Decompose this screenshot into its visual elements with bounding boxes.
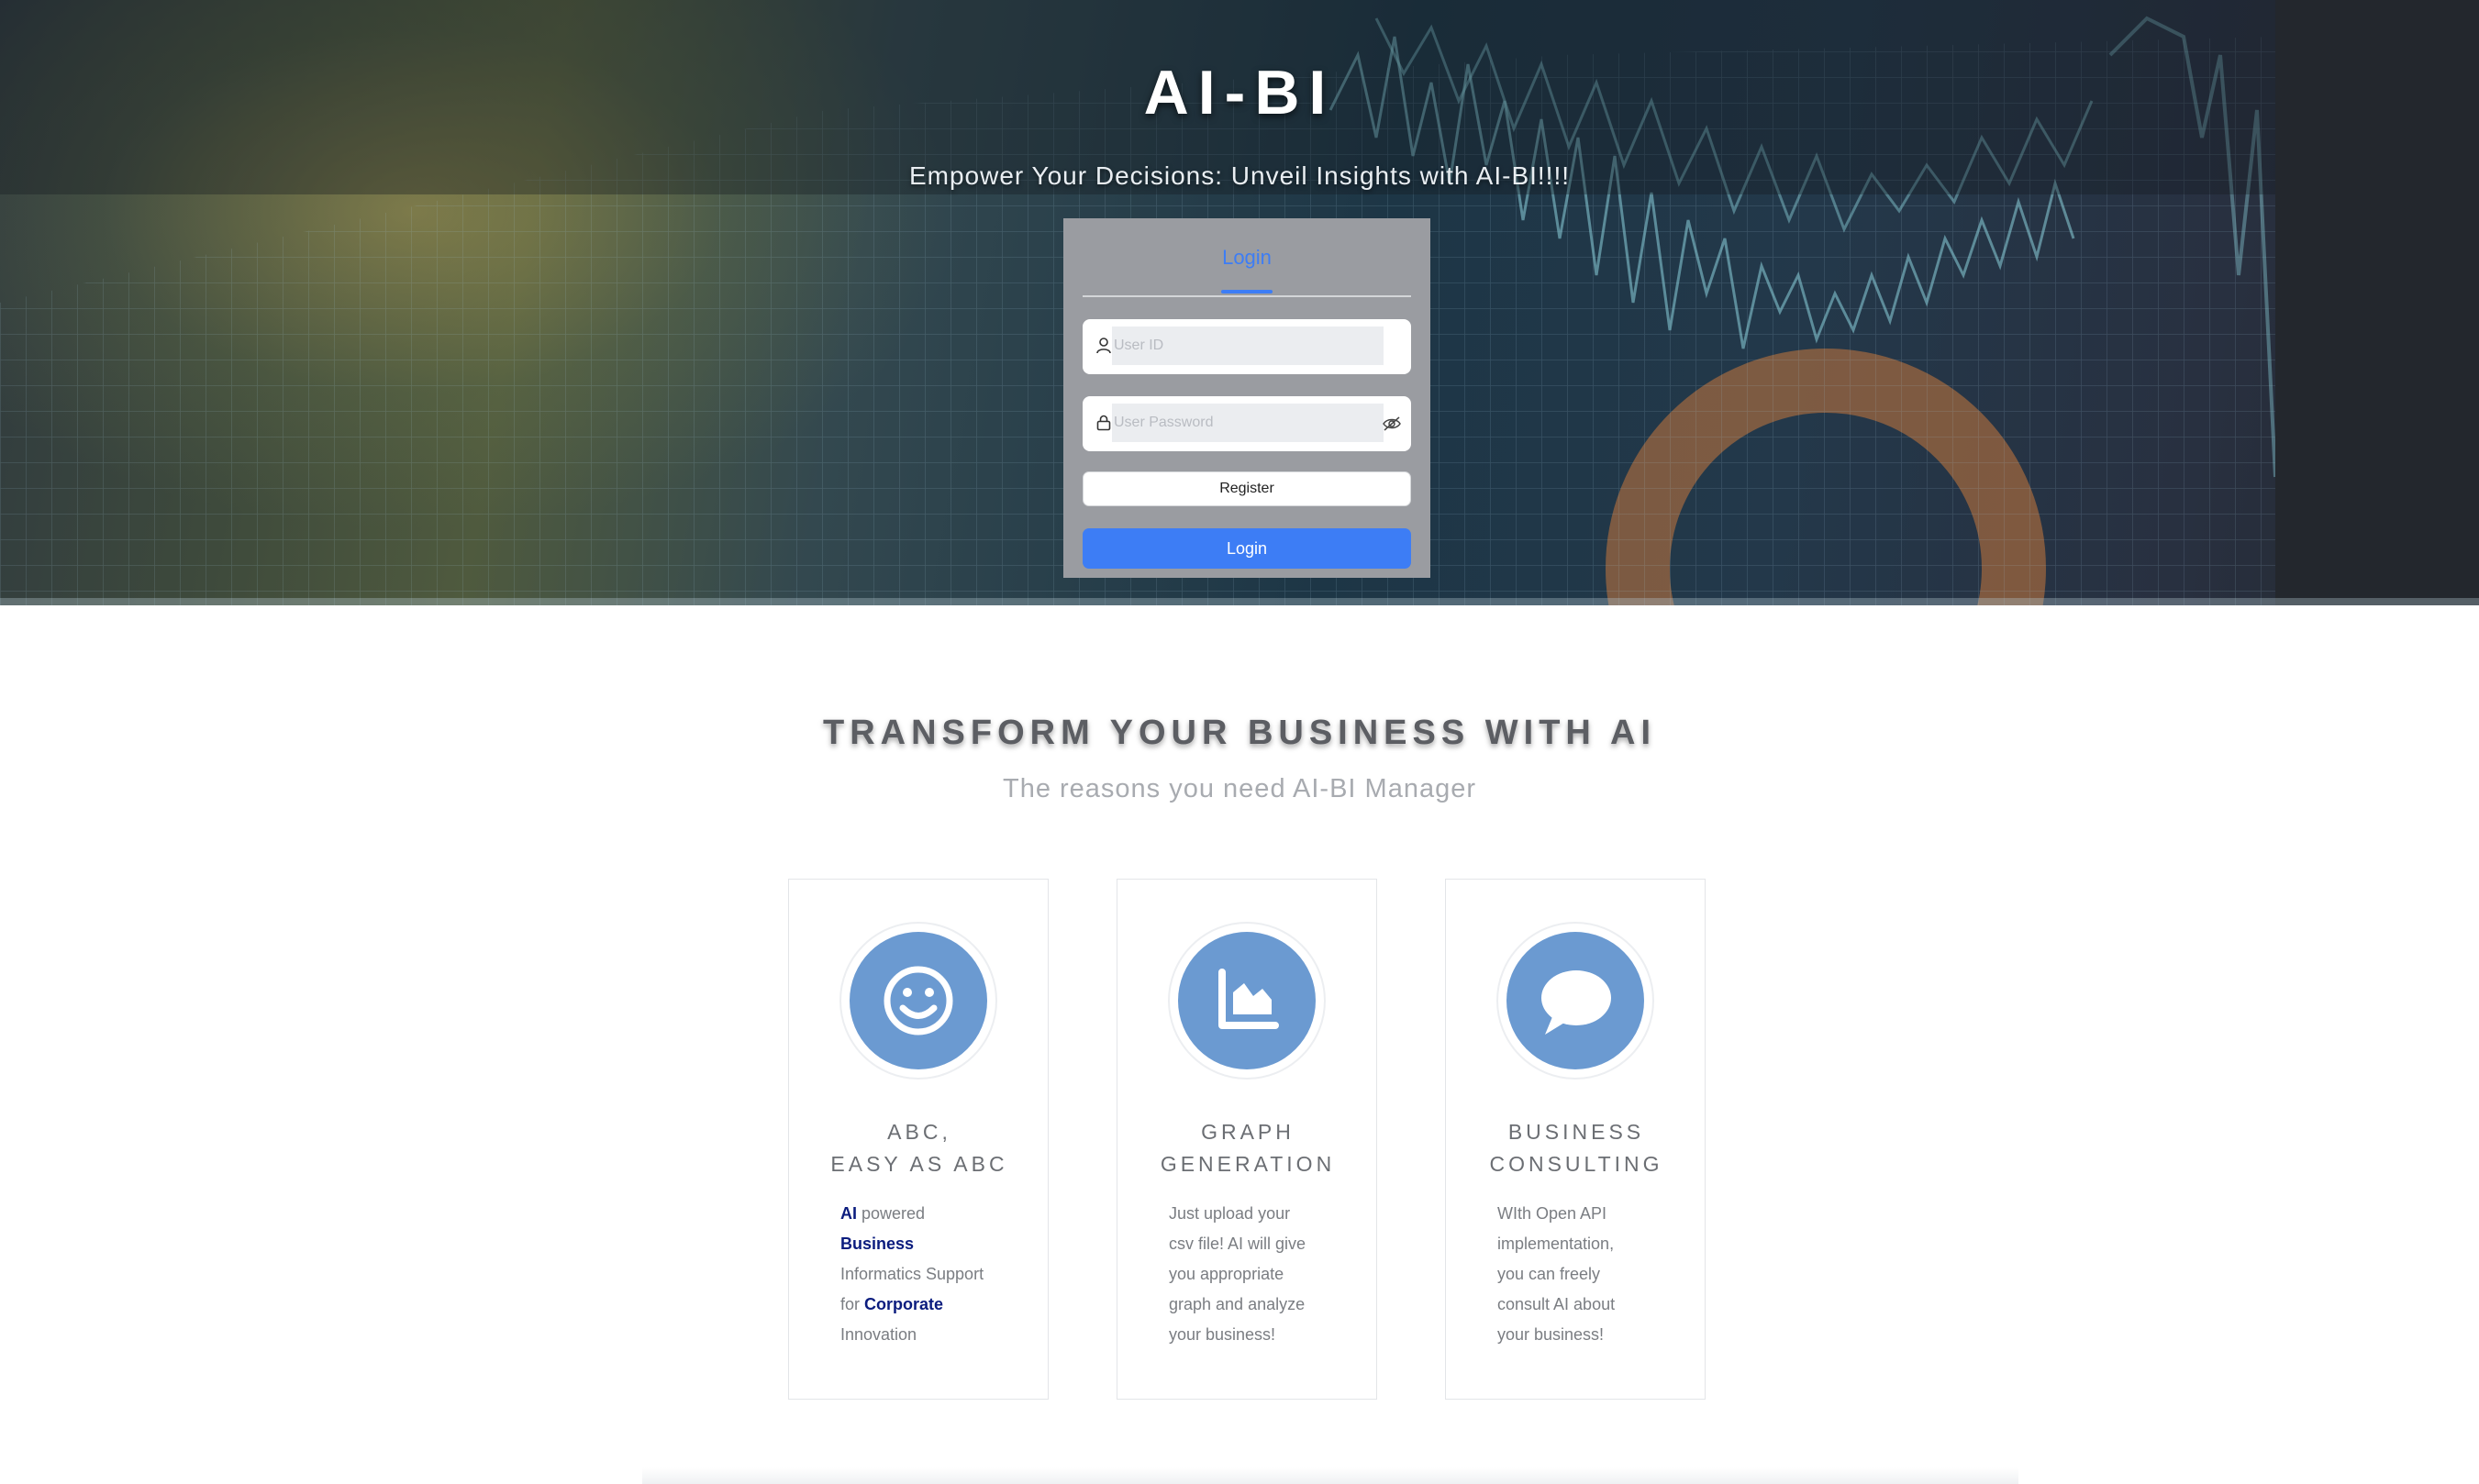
user-icon	[1096, 338, 1111, 354]
text-line: graph and analyze	[1169, 1295, 1306, 1313]
feature-card-text: AI powered Business Informatics Support …	[840, 1199, 1015, 1350]
feature-card-title: GRAPH GENERATION	[1117, 1116, 1378, 1180]
text-line: csv file! AI will give	[1169, 1235, 1306, 1253]
feature-title-line2: EASY AS ABC	[830, 1152, 1008, 1176]
feature-title-line1: BUSINESS	[1507, 1120, 1645, 1144]
area-chart-icon	[1218, 969, 1279, 1029]
icon-ring	[1168, 922, 1326, 1080]
login-card: Login Register Login	[1063, 218, 1430, 578]
text-highlight: Corporate	[864, 1295, 944, 1313]
chat-bubble-icon	[1541, 970, 1611, 1035]
user-id-field	[1083, 319, 1411, 374]
feature-title-line2: CONSULTING	[1489, 1152, 1663, 1176]
icon-ring	[1496, 922, 1654, 1080]
footer-shadow	[642, 1467, 2018, 1484]
text-line: WIth Open API	[1497, 1204, 1607, 1223]
password-field	[1083, 396, 1411, 451]
features-title: TRANSFORM YOUR BUSINESS WITH AI	[822, 714, 1657, 752]
icon-badge	[1506, 932, 1644, 1069]
icon-badge	[1178, 932, 1316, 1069]
feature-title-line1: GRAPH	[1201, 1120, 1295, 1144]
feature-title-line1: ABC,	[887, 1120, 951, 1144]
password-input[interactable]	[1112, 404, 1384, 442]
site-tagline: Empower Your Decisions: Unveil Insights …	[908, 161, 1571, 190]
feature-title-line2: GENERATION	[1160, 1152, 1336, 1176]
feature-card-graph: GRAPH GENERATION Just upload your csv fi…	[1117, 879, 1377, 1400]
text-line: implementation,	[1497, 1235, 1615, 1253]
feature-card-text: Just upload your csv file! AI will give …	[1169, 1199, 1343, 1350]
icon-ring	[839, 922, 997, 1080]
text-line: for	[840, 1295, 865, 1313]
hero-bottom-edge	[0, 598, 2479, 605]
icon-badge	[850, 932, 987, 1069]
site-title: AI-BI	[1143, 58, 1336, 127]
login-tabs: Login	[1083, 218, 1411, 297]
login-button[interactable]: Login	[1083, 528, 1411, 569]
user-id-input[interactable]	[1112, 327, 1384, 365]
text-line: you appropriate	[1169, 1265, 1284, 1283]
text-highlight: AI	[840, 1204, 857, 1223]
feature-card-title: ABC, EASY AS ABC	[789, 1116, 1050, 1180]
text-line: your business!	[1169, 1325, 1276, 1344]
text-line: you can freely	[1497, 1265, 1601, 1283]
register-button[interactable]: Register	[1083, 471, 1411, 506]
text-line: powered	[857, 1204, 926, 1223]
feature-card-title: BUSINESS CONSULTING	[1446, 1116, 1706, 1180]
eye-hidden-icon[interactable]	[1382, 414, 1402, 434]
text-line: Informatics Support	[840, 1265, 984, 1283]
feature-card-abc: ABC, EASY AS ABC AI powered Business Inf…	[788, 879, 1049, 1400]
text-line: your business!	[1497, 1325, 1605, 1344]
feature-card-consulting: BUSINESS CONSULTING WIth Open API implem…	[1445, 879, 1706, 1400]
tab-login[interactable]: Login	[1083, 246, 1411, 270]
feature-card-text: WIth Open API implementation, you can fr…	[1497, 1199, 1672, 1350]
text-highlight: Business	[840, 1235, 915, 1253]
text-line: Innovation	[840, 1325, 917, 1344]
active-tab-indicator	[1221, 290, 1273, 293]
text-line: Just upload your	[1169, 1204, 1291, 1223]
features-subtitle: The reasons you need AI-BI Manager	[1002, 774, 1476, 803]
smile-icon	[884, 966, 953, 1035]
lock-icon	[1096, 415, 1111, 431]
text-line: consult AI about	[1497, 1295, 1616, 1313]
